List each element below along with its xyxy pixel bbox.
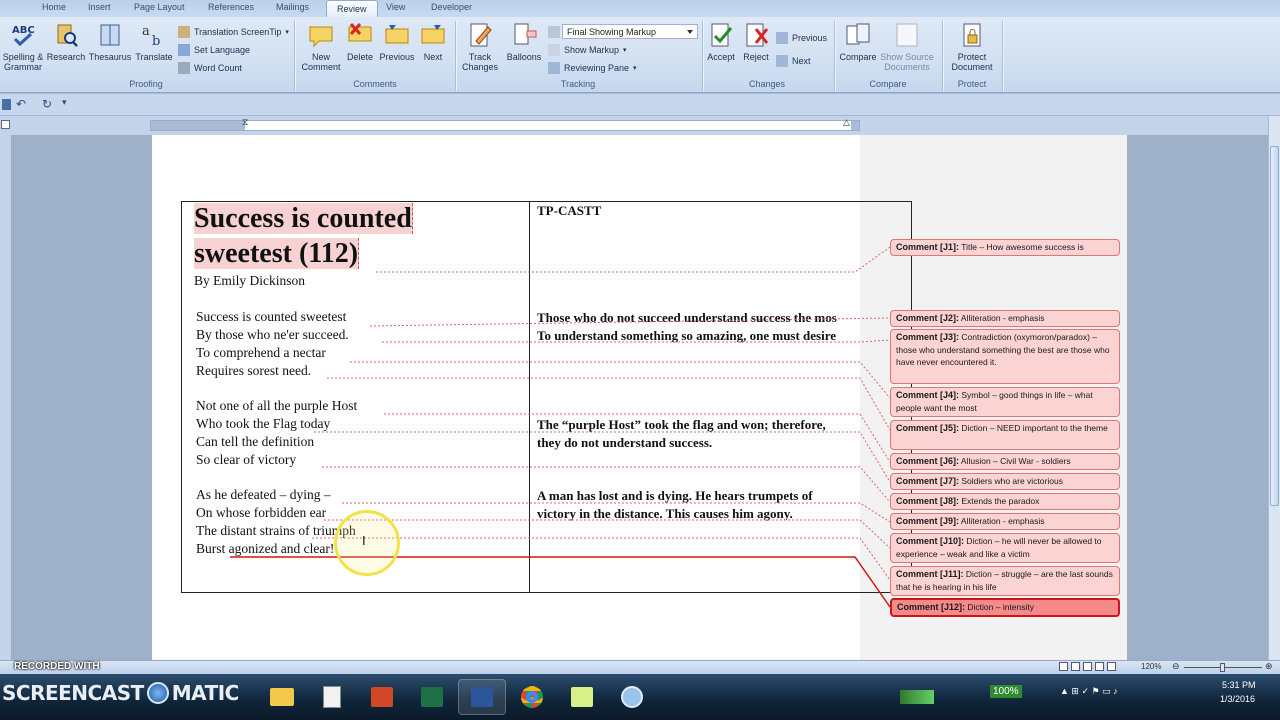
screencast-logo: SCREENCAST MATIC — [2, 681, 239, 705]
comment-balloon[interactable]: Comment [J11]: Diction – struggle – are … — [890, 566, 1120, 596]
notes-icon — [571, 687, 593, 707]
folder-icon — [270, 688, 294, 706]
connector-line — [384, 413, 891, 463]
zoom-out-icon[interactable]: ⊖ — [1172, 661, 1180, 672]
taskbar-chrome[interactable] — [508, 679, 556, 715]
outline-icon[interactable] — [1095, 662, 1104, 671]
disc-icon — [621, 686, 643, 708]
chrome-icon — [521, 686, 543, 708]
taskbar-media[interactable] — [608, 679, 656, 715]
taskbar-excel[interactable] — [408, 679, 456, 715]
connector-line — [350, 361, 891, 399]
word-icon — [471, 687, 493, 707]
taskbar-word[interactable] — [458, 679, 506, 715]
view-buttons — [1059, 662, 1116, 671]
comment-balloon[interactable]: Comment [J9]: Alliteration - emphasis — [890, 513, 1120, 530]
print-layout-icon[interactable] — [1059, 662, 1068, 671]
comment-balloon[interactable]: Comment [J5]: Diction – NEED important t… — [890, 420, 1120, 450]
taskbar-explorer[interactable] — [258, 679, 306, 715]
connector-line — [369, 317, 891, 327]
connector-line — [376, 246, 891, 273]
active-connector-line — [230, 556, 891, 608]
comment-balloon[interactable]: Comment [J10]: Diction – he will never b… — [890, 533, 1120, 563]
comment-balloon[interactable]: Comment [J8]: Extends the paradox — [890, 493, 1120, 510]
excel-icon — [421, 687, 443, 707]
comment-balloon[interactable]: Comment [J4]: Symbol – good things in li… — [890, 387, 1120, 417]
comment-balloon[interactable]: Comment [J2]: Alliteration - emphasis — [890, 310, 1120, 327]
connector-line — [322, 466, 891, 503]
connector-line — [314, 431, 891, 483]
web-layout-icon[interactable] — [1083, 662, 1092, 671]
zoom-in-icon[interactable]: ⊕ — [1265, 661, 1273, 672]
zoom-level[interactable]: 120% — [1141, 662, 1161, 671]
clock-date[interactable]: 1/3/2016 — [1220, 694, 1255, 704]
comment-balloon-active[interactable]: Comment [J12]: Diction – intensity — [890, 598, 1120, 617]
reading-layout-icon[interactable] — [1071, 662, 1080, 671]
powerpoint-icon — [371, 687, 393, 707]
recorded-with-watermark: RECORDED WITH — [14, 661, 100, 672]
battery-indicator[interactable]: 100% — [990, 685, 1022, 698]
taskbar-notepad[interactable] — [308, 679, 356, 715]
cursor-highlight — [334, 510, 400, 576]
comment-balloon[interactable]: Comment [J6]: Allusion – Civil War - sol… — [890, 453, 1120, 470]
zoom-slider-thumb[interactable] — [1220, 663, 1225, 672]
comment-balloon[interactable]: Comment [J7]: Soldiers who are victoriou… — [890, 473, 1120, 490]
draft-icon[interactable] — [1107, 662, 1116, 671]
scrollbar-thumb[interactable] — [1270, 146, 1279, 506]
record-icon — [146, 682, 169, 704]
taskbar-sticky-notes[interactable] — [558, 679, 606, 715]
document-icon — [323, 686, 341, 708]
taskbar-powerpoint[interactable] — [358, 679, 406, 715]
connector-line — [327, 377, 891, 431]
comment-balloon[interactable]: Comment [J3]: Contradiction (oxymoron/pa… — [890, 329, 1120, 384]
comment-balloon[interactable]: Comment [J1]: Title – How awesome succes… — [890, 239, 1120, 256]
tray-icons[interactable]: ▲ ⊞ ✓ ⚑ ▭ ♪ — [1060, 686, 1118, 697]
connector-line — [324, 519, 891, 549]
signal-icon[interactable] — [900, 690, 934, 704]
vertical-scrollbar[interactable] — [1268, 116, 1280, 660]
taskbar: SCREENCAST MATIC 100% ▲ ⊞ ✓ ⚑ ▭ ♪ 5:31 PM… — [0, 674, 1280, 720]
text-cursor-icon: I — [362, 533, 366, 548]
status-bar: 120% ⊖ ⊕ — [0, 660, 1280, 674]
connector-line — [382, 339, 891, 343]
connector-line — [342, 502, 891, 523]
clock-time[interactable]: 5:31 PM — [1222, 680, 1256, 690]
